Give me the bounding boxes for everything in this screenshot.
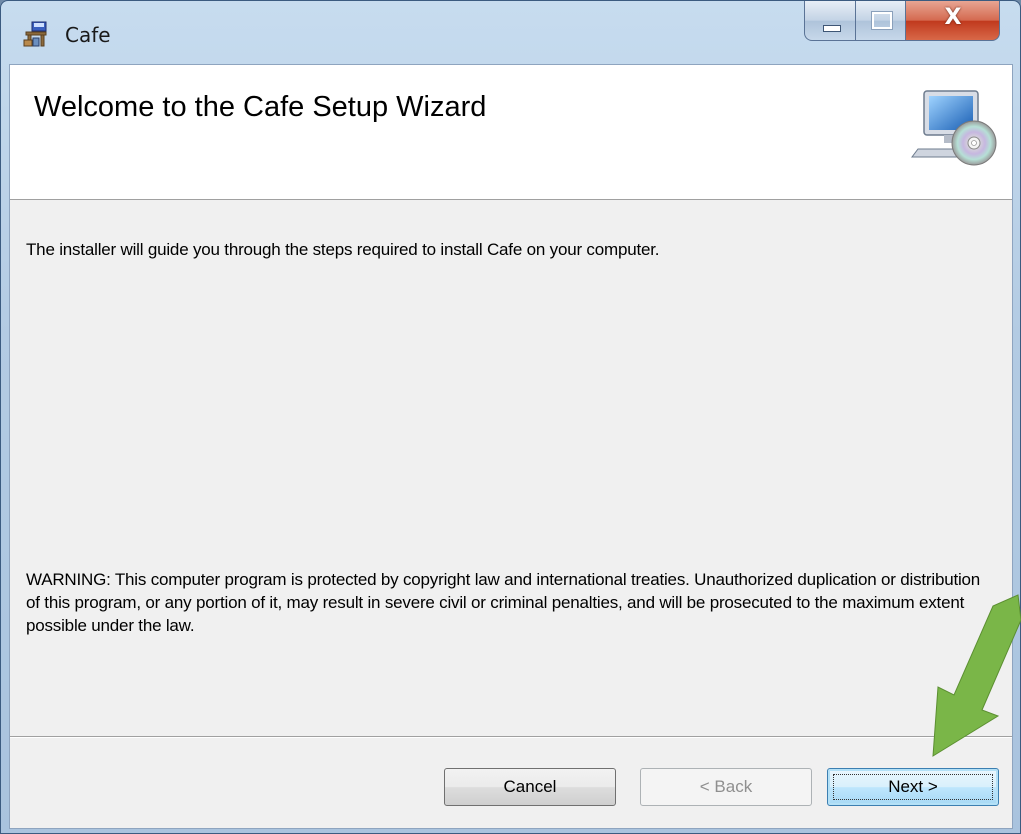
minimize-icon — [823, 25, 841, 32]
back-button-label: < Back — [699, 777, 753, 796]
window-controls: X — [804, 1, 1000, 41]
maximize-icon — [872, 12, 892, 29]
next-button[interactable]: Next > — [827, 768, 999, 806]
setup-window: Cafe X Welcome to the Cafe Setup Wizard — [0, 0, 1021, 834]
close-icon: X — [944, 5, 962, 30]
focus-rectangle — [833, 774, 993, 800]
page-title: Welcome to the Cafe Setup Wizard — [34, 91, 487, 123]
close-button[interactable]: X — [906, 1, 1000, 41]
cancel-button-label: Cancel — [503, 777, 557, 796]
pointer-arrow-icon — [932, 594, 1021, 757]
wizard-client-area: Welcome to the Cafe Setup Wizard The ins… — [9, 64, 1013, 829]
computer-with-cd-icon — [911, 90, 997, 166]
cancel-button[interactable]: Cancel — [444, 768, 616, 806]
installer-app-icon — [23, 21, 47, 47]
title-bar[interactable]: Cafe X — [1, 1, 1020, 65]
wizard-banner: Welcome to the Cafe Setup Wizard — [10, 65, 1012, 200]
copyright-warning-text: WARNING: This computer program is protec… — [26, 570, 981, 635]
back-button[interactable]: < Back — [640, 768, 812, 806]
minimize-button[interactable] — [804, 1, 856, 41]
maximize-button[interactable] — [856, 1, 906, 41]
intro-text: The installer will guide you through the… — [26, 240, 660, 259]
window-title: Cafe — [65, 23, 111, 47]
button-bar-divider — [10, 736, 1012, 738]
